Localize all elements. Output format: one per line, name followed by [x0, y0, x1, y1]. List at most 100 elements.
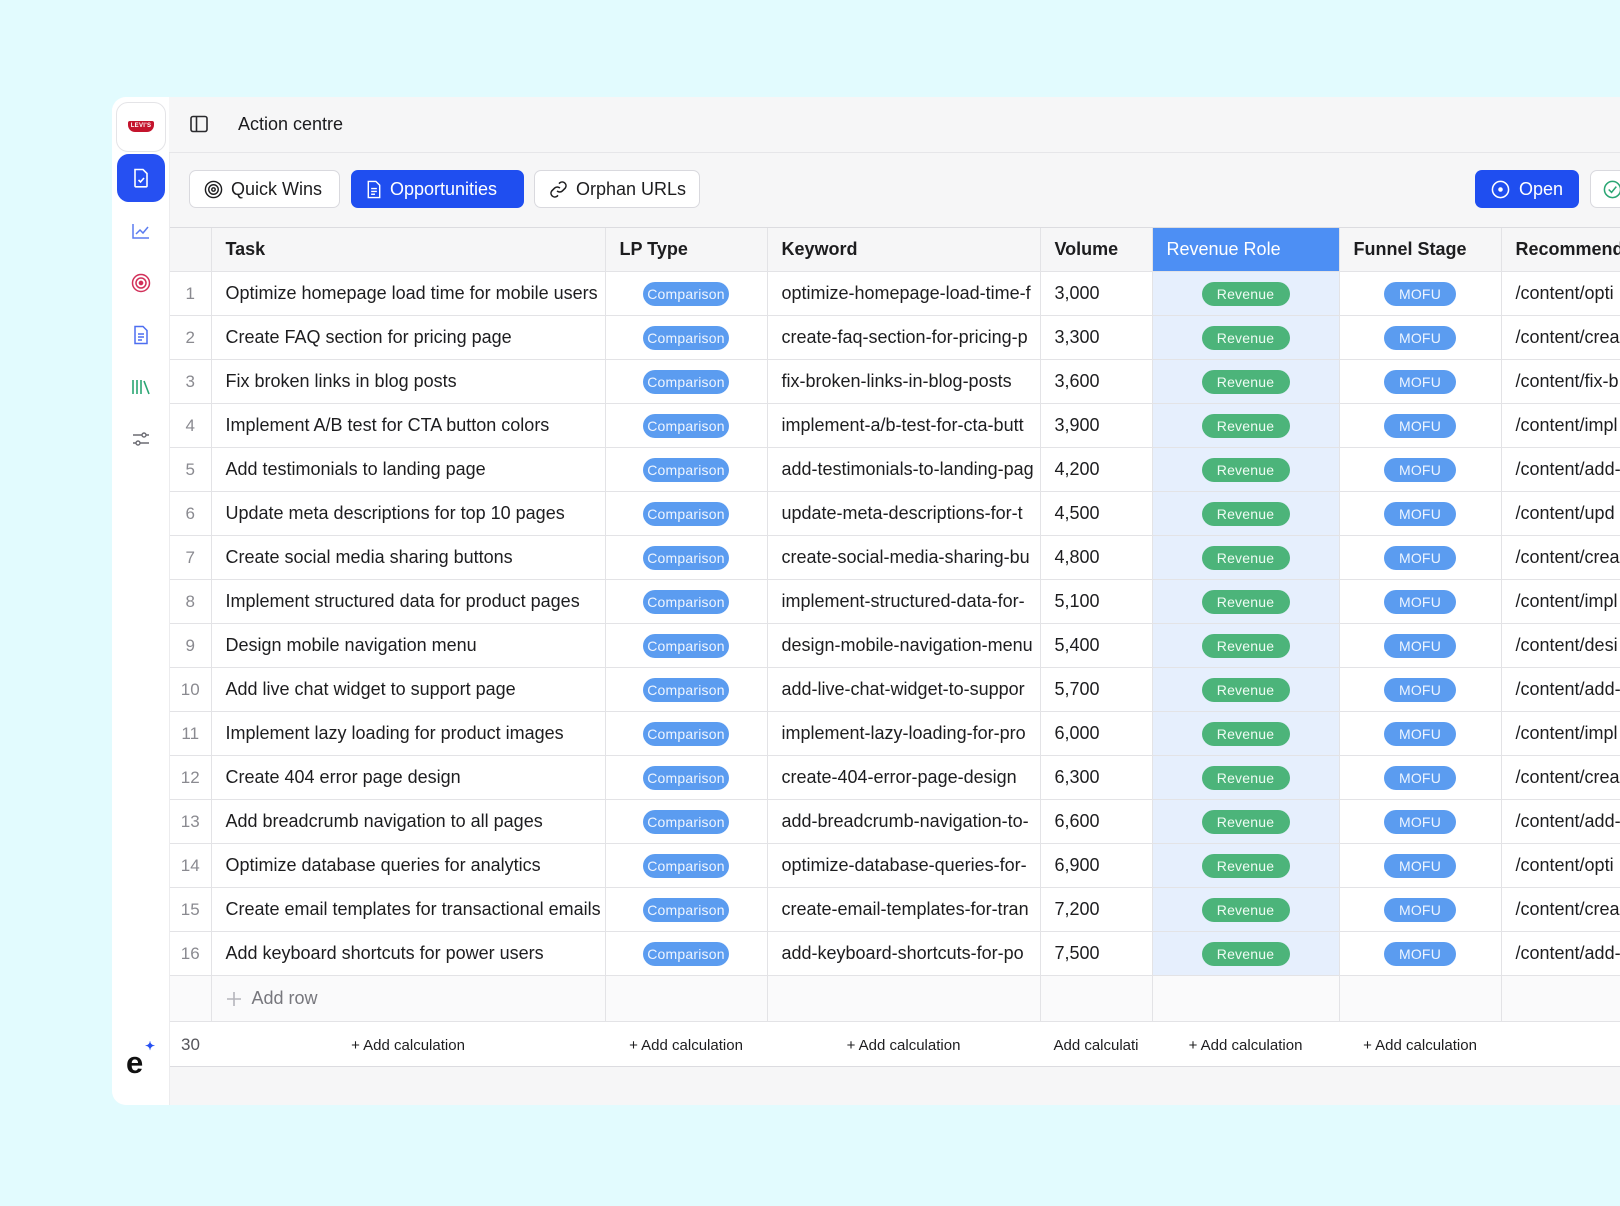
cell-task[interactable]: Fix broken links in blog posts [211, 359, 606, 404]
cell-lp-type[interactable]: Comparison [605, 535, 768, 580]
tab-orphan-urls[interactable]: Orphan URLs [534, 170, 700, 208]
cell-funnel-stage[interactable]: MOFU [1339, 491, 1502, 536]
cell-task[interactable]: Create email templates for transactional… [211, 887, 606, 932]
table-row[interactable]: 7 Create social media sharing buttons Comp… [170, 535, 1620, 580]
cell-volume[interactable]: 4,500 [1040, 491, 1153, 536]
column-header-funnel-stage[interactable]: Funnel Stage [1339, 228, 1502, 272]
cell-revenue-role[interactable]: Revenue [1152, 359, 1340, 404]
cell-lp-type[interactable]: Comparison [605, 447, 768, 492]
sidebar-item-content[interactable] [117, 311, 165, 359]
cell-revenue-role[interactable]: Revenue [1152, 711, 1340, 756]
add-calculation-lp-type[interactable]: + Add calculation [605, 1021, 767, 1066]
cell-recommend[interactable]: /content/crea [1501, 887, 1620, 932]
cell-keyword[interactable]: optimize-homepage-load-time-f [767, 271, 1041, 316]
cell-task[interactable]: Implement A/B test for CTA button colors [211, 403, 606, 448]
cell-recommend[interactable]: /content/crea [1501, 535, 1620, 580]
cell-funnel-stage[interactable]: MOFU [1339, 359, 1502, 404]
cell-recommend[interactable]: /content/crea [1501, 315, 1620, 360]
sidebar-item-documents[interactable] [117, 154, 165, 202]
column-header-volume[interactable]: Volume [1040, 228, 1153, 272]
cell-lp-type[interactable]: Comparison [605, 931, 768, 976]
table-row[interactable]: 10 Add live chat widget to support page Co… [170, 667, 1620, 712]
cell-funnel-stage[interactable]: MOFU [1339, 667, 1502, 712]
cell-volume[interactable]: 6,900 [1040, 843, 1153, 888]
column-header-keyword[interactable]: Keyword [767, 228, 1041, 272]
cell-volume[interactable]: 5,100 [1040, 579, 1153, 624]
open-button[interactable]: Open [1475, 170, 1579, 208]
cell-revenue-role[interactable]: Revenue [1152, 579, 1340, 624]
done-button[interactable] [1590, 170, 1620, 208]
cell-funnel-stage[interactable]: MOFU [1339, 579, 1502, 624]
cell-funnel-stage[interactable]: MOFU [1339, 799, 1502, 844]
cell-funnel-stage[interactable]: MOFU [1339, 447, 1502, 492]
cell-task[interactable]: Create social media sharing buttons [211, 535, 606, 580]
table-row[interactable]: 3 Fix broken links in blog posts Compariso… [170, 359, 1620, 404]
cell-lp-type[interactable]: Comparison [605, 799, 768, 844]
cell-task[interactable]: Create FAQ section for pricing page [211, 315, 606, 360]
cell-lp-type[interactable]: Comparison [605, 711, 768, 756]
column-header-recommend[interactable]: Recommend [1501, 228, 1620, 272]
cell-revenue-role[interactable]: Revenue [1152, 403, 1340, 448]
cell-keyword[interactable]: update-meta-descriptions-for-t [767, 491, 1041, 536]
cell-keyword[interactable]: create-social-media-sharing-bu [767, 535, 1041, 580]
cell-keyword[interactable]: create-404-error-page-design [767, 755, 1041, 800]
table-row[interactable]: 12 Create 404 error page design Comparison… [170, 755, 1620, 800]
table-row[interactable]: 15 Create email templates for transaction… [170, 887, 1620, 932]
table-row[interactable]: 13 Add breadcrumb navigation to all pages… [170, 799, 1620, 844]
cell-recommend[interactable]: /content/impl [1501, 403, 1620, 448]
cell-funnel-stage[interactable]: MOFU [1339, 623, 1502, 668]
cell-funnel-stage[interactable]: MOFU [1339, 711, 1502, 756]
table-row[interactable]: 1 Optimize homepage load time for mobile … [170, 271, 1620, 316]
cell-task[interactable]: Implement lazy loading for product image… [211, 711, 606, 756]
cell-volume[interactable]: 3,600 [1040, 359, 1153, 404]
column-header-lp-type[interactable]: LP Type [605, 228, 768, 272]
add-calculation-keyword[interactable]: + Add calculation [767, 1021, 1040, 1066]
cell-lp-type[interactable]: Comparison [605, 887, 768, 932]
cell-lp-type[interactable]: Comparison [605, 843, 768, 888]
tab-opportunities[interactable]: Opportunities [351, 170, 524, 208]
cell-volume[interactable]: 3,900 [1040, 403, 1153, 448]
cell-volume[interactable]: 7,200 [1040, 887, 1153, 932]
cell-task[interactable]: Update meta descriptions for top 10 page… [211, 491, 606, 536]
cell-keyword[interactable]: optimize-database-queries-for- [767, 843, 1041, 888]
sidebar-item-analytics[interactable] [117, 207, 165, 255]
add-row-button[interactable]: Add row [211, 975, 606, 1022]
table-row[interactable]: 8 Implement structured data for product p… [170, 579, 1620, 624]
cell-revenue-role[interactable]: Revenue [1152, 843, 1340, 888]
cell-funnel-stage[interactable]: MOFU [1339, 535, 1502, 580]
cell-volume[interactable]: 3,000 [1040, 271, 1153, 316]
cell-funnel-stage[interactable]: MOFU [1339, 755, 1502, 800]
cell-revenue-role[interactable]: Revenue [1152, 315, 1340, 360]
cell-task[interactable]: Add live chat widget to support page [211, 667, 606, 712]
cell-revenue-role[interactable]: Revenue [1152, 447, 1340, 492]
cell-funnel-stage[interactable]: MOFU [1339, 843, 1502, 888]
cell-volume[interactable]: 6,300 [1040, 755, 1153, 800]
cell-lp-type[interactable]: Comparison [605, 579, 768, 624]
cell-volume[interactable]: 3,300 [1040, 315, 1153, 360]
cell-recommend[interactable]: /content/opti [1501, 271, 1620, 316]
cell-keyword[interactable]: implement-a/b-test-for-cta-butt [767, 403, 1041, 448]
cell-recommend[interactable]: /content/add- [1501, 931, 1620, 976]
cell-lp-type[interactable]: Comparison [605, 315, 768, 360]
cell-volume[interactable]: 4,800 [1040, 535, 1153, 580]
tab-quick-wins[interactable]: Quick Wins [189, 170, 340, 208]
cell-recommend[interactable]: /content/fix-b [1501, 359, 1620, 404]
table-row[interactable]: 9 Design mobile navigation menu Comparison… [170, 623, 1620, 668]
sidebar-toggle-icon[interactable] [189, 114, 209, 139]
table-row[interactable]: 5 Add testimonials to landing page Compari… [170, 447, 1620, 492]
column-header-task[interactable]: Task [211, 228, 606, 272]
add-calculation-task[interactable]: + Add calculation [211, 1021, 605, 1066]
cell-revenue-role[interactable]: Revenue [1152, 755, 1340, 800]
table-row[interactable]: 16 Add keyboard shortcuts for power users… [170, 931, 1620, 976]
cell-lp-type[interactable]: Comparison [605, 403, 768, 448]
cell-revenue-role[interactable]: Revenue [1152, 887, 1340, 932]
cell-task[interactable]: Add keyboard shortcuts for power users [211, 931, 606, 976]
brand-logo[interactable]: LEVI'S [116, 102, 166, 152]
cell-lp-type[interactable]: Comparison [605, 755, 768, 800]
cell-keyword[interactable]: fix-broken-links-in-blog-posts [767, 359, 1041, 404]
cell-lp-type[interactable]: Comparison [605, 623, 768, 668]
cell-funnel-stage[interactable]: MOFU [1339, 271, 1502, 316]
cell-lp-type[interactable]: Comparison [605, 491, 768, 536]
cell-task[interactable]: Add breadcrumb navigation to all pages [211, 799, 606, 844]
table-row[interactable]: 11 Implement lazy loading for product ima… [170, 711, 1620, 756]
